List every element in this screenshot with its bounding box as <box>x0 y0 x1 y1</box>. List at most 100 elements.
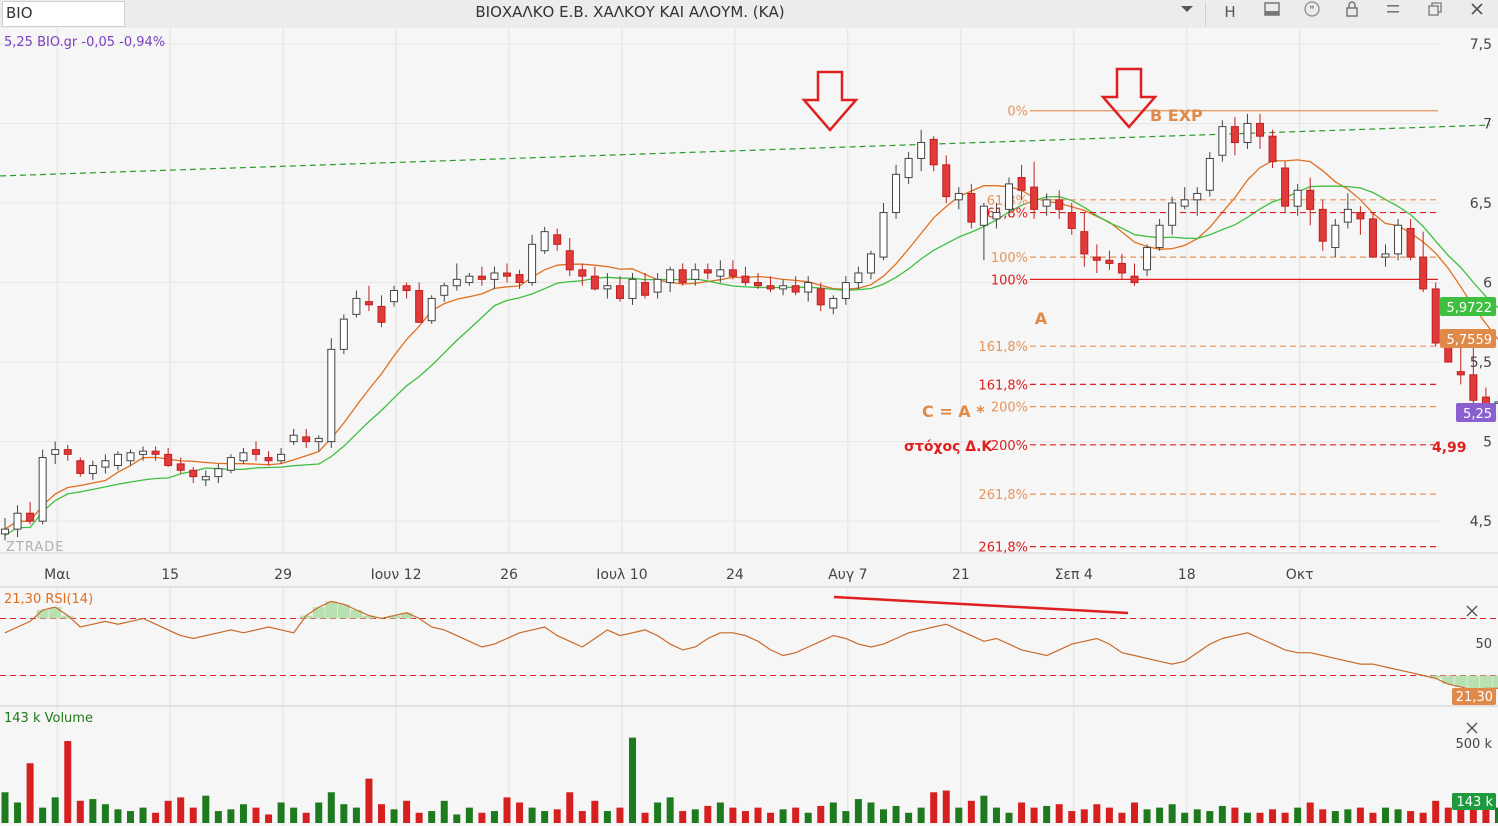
chart-area[interactable]: Μαι 15 29 Ιουν 12 26 Ιουλ 10 24 Αυγ 7 21 Σεπ 4 18 Ο… <box>0 28 1498 826</box>
candle-body <box>1419 256 1428 290</box>
lock-icon[interactable] <box>1337 0 1367 26</box>
candle-body <box>766 285 775 290</box>
volume-bar <box>1444 807 1452 823</box>
title-bar: BIO ΒΙΟΧΑΛΚΟ Ε.Β. ΧΑΛΚΟΥ ΚΑΙ ΑΛΟΥΜ. (ΚΑ)… <box>0 0 1498 29</box>
volume-bar <box>754 807 762 823</box>
volume-bar <box>867 802 875 823</box>
rsi-value-label: 21,30 <box>1456 690 1493 705</box>
volume-bar <box>541 811 549 823</box>
volume-bar <box>415 812 423 823</box>
close-icon[interactable] <box>1462 0 1492 26</box>
candle-body <box>63 449 72 455</box>
volume-bar <box>629 737 636 823</box>
price-panel-bg <box>0 28 1498 553</box>
volume-bar <box>1093 804 1101 823</box>
candle-body <box>578 269 587 277</box>
candle-body <box>942 164 951 198</box>
candle-body <box>1243 122 1252 144</box>
fib-label-orange: 261,8% <box>978 488 1028 503</box>
volume-bar <box>51 797 59 823</box>
quote-icon[interactable]: ❞ <box>1297 0 1327 26</box>
volume-bar <box>591 800 599 823</box>
volume-bar <box>779 809 787 823</box>
candle-body <box>779 285 788 290</box>
volume-bar <box>1131 802 1138 823</box>
price-badge-label: 5,9722 <box>1447 301 1493 316</box>
volume-bar <box>14 802 22 823</box>
candle-body <box>1193 192 1202 201</box>
h-icon[interactable]: H <box>1215 0 1245 26</box>
volume-bar <box>616 807 624 823</box>
candle-body <box>1143 247 1152 271</box>
volume-bar <box>26 763 34 823</box>
candle-body <box>1218 126 1227 156</box>
menu-icon[interactable] <box>1378 0 1408 26</box>
volume-bar <box>177 797 185 823</box>
candle-body <box>553 234 562 245</box>
toolbar-divider <box>1205 2 1206 26</box>
candle-body <box>440 285 449 296</box>
candle-body <box>1205 157 1214 191</box>
fib-label-orange: 0% <box>1007 105 1028 120</box>
candle-body <box>252 449 260 455</box>
candle-body <box>1381 253 1390 258</box>
candle-body <box>1230 126 1239 144</box>
symbol-input[interactable]: BIO <box>2 1 125 27</box>
candle-body <box>1368 218 1377 258</box>
candle-body <box>1155 224 1164 249</box>
restore-icon[interactable] <box>1420 0 1450 26</box>
volume-bar <box>1419 812 1427 823</box>
volume-bar <box>1118 812 1126 823</box>
fib-label-red: 200% <box>991 439 1028 454</box>
volume-bar <box>189 807 197 823</box>
price-badge-label: 5,7559 <box>1447 333 1493 348</box>
volume-bar <box>1181 812 1189 823</box>
volume-value-label: 143 k <box>1457 795 1494 810</box>
volume-bar <box>1231 807 1239 823</box>
volume-bar <box>1018 802 1026 823</box>
volume-bar <box>1143 809 1151 823</box>
candle-body <box>716 269 725 277</box>
candle-body <box>1130 275 1139 284</box>
volume-bar <box>691 809 699 823</box>
candle-body <box>415 290 424 323</box>
fib-label-red: 100% <box>991 273 1028 288</box>
dropdown-icon[interactable] <box>1172 0 1202 26</box>
volume-bar <box>980 795 988 823</box>
wave-label-b: B EXP <box>1150 106 1203 125</box>
volume-bar <box>641 812 649 823</box>
candle-body <box>1256 122 1264 137</box>
candle-body <box>214 468 223 478</box>
volume-bar <box>603 811 611 823</box>
x-tick-label: 18 <box>1178 567 1196 583</box>
candle-body <box>1431 288 1440 344</box>
candle-body <box>427 297 436 322</box>
instrument-title: ΒΙΟΧΑΛΚΟ Ε.Β. ΧΑΛΚΟΥ ΚΑΙ ΑΛΟΥΜ. (ΚΑ) <box>475 3 785 21</box>
volume-bar <box>516 802 524 823</box>
volume-bar <box>1168 804 1176 823</box>
volume-bar <box>152 812 160 823</box>
candle-body <box>879 212 888 258</box>
panel-icon[interactable] <box>1257 0 1287 26</box>
candle-body <box>565 250 574 271</box>
volume-bar <box>905 812 913 823</box>
x-tick-label: 29 <box>274 567 292 583</box>
volume-bar <box>654 802 662 823</box>
wave-label-a: A <box>1035 309 1048 328</box>
volume-bar <box>390 809 398 823</box>
volume-bar <box>930 792 938 823</box>
volume-bar <box>290 807 298 823</box>
candle-body <box>929 138 938 166</box>
volume-bar <box>478 812 486 823</box>
volume-bar <box>202 795 210 823</box>
candle-body <box>603 285 612 290</box>
volume-bar <box>880 809 887 823</box>
volume-bar <box>114 809 122 823</box>
candle-body <box>917 142 926 159</box>
volume-bar <box>666 797 674 823</box>
candle-body <box>26 512 35 522</box>
volume-bar <box>1068 811 1076 823</box>
y-tick-label: 4,5 <box>1470 514 1492 530</box>
x-tick-label: Σεπ 4 <box>1055 567 1093 583</box>
volume-bar <box>503 797 511 823</box>
